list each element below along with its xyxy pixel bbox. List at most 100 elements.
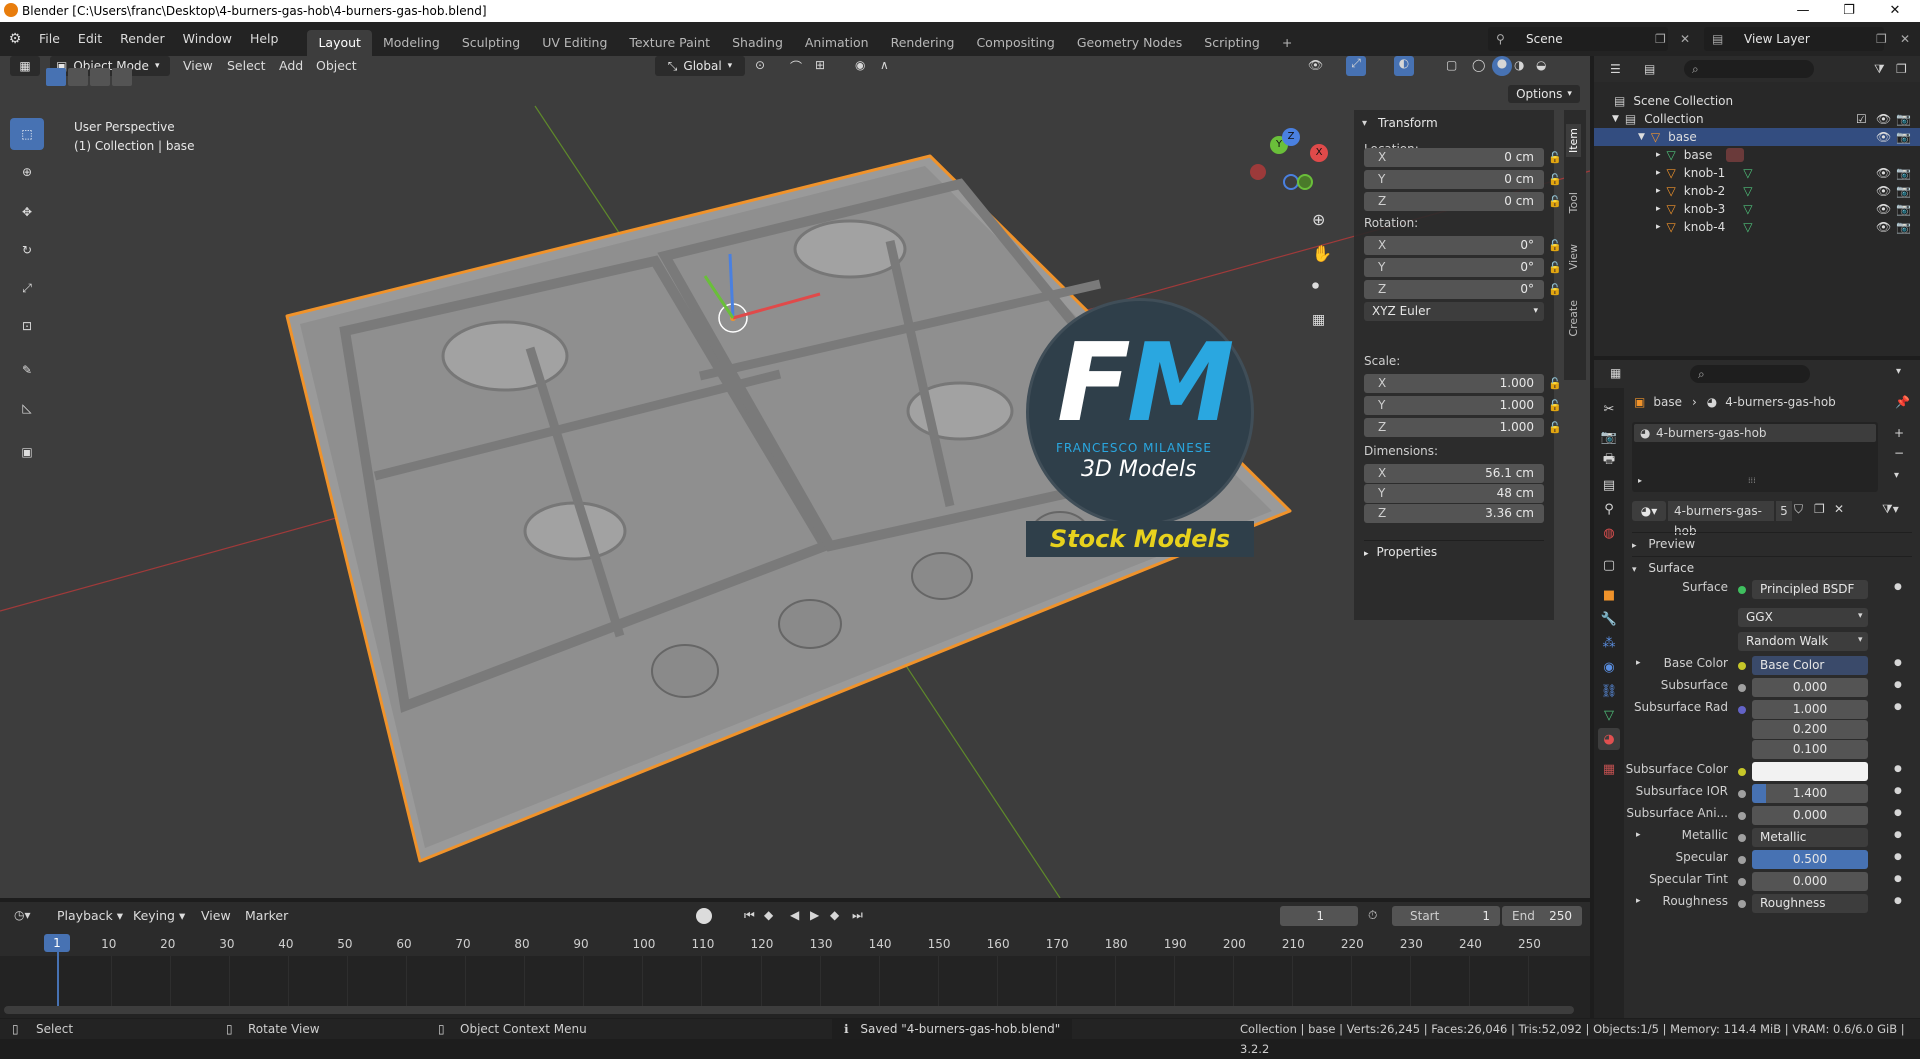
tab-tool[interactable]: Tool [1566, 188, 1581, 217]
resize-handle-icon[interactable]: ⁞⁞⁞ [1748, 476, 1756, 485]
surface-row-value[interactable]: 0.000 [1752, 678, 1868, 697]
prev-keyframe-icon[interactable]: ◆ [764, 908, 773, 922]
play-icon[interactable]: ▶ [810, 908, 819, 922]
dimensions-y-field[interactable]: Y 48 cm [1364, 484, 1544, 503]
navigation-gizmo[interactable]: Y Z X [1245, 126, 1345, 236]
tab-compositing[interactable]: Compositing [965, 30, 1065, 56]
socket-icon[interactable] [1738, 684, 1746, 692]
rotation-z-field[interactable]: Z 0° [1364, 280, 1544, 299]
scale-z-field[interactable]: Z 1.000 [1364, 418, 1544, 437]
next-keyframe-icon[interactable]: ◆ [830, 908, 839, 922]
world-icon[interactable]: ◍ [1598, 522, 1620, 544]
keyframe-dot-icon[interactable]: ● [1894, 680, 1902, 690]
close-button[interactable]: ✕ [1872, 0, 1918, 22]
lock-icon[interactable]: 🔓 [1548, 239, 1562, 253]
jump-start-icon[interactable]: ⏮ [744, 908, 755, 923]
surface-row-value[interactable]: 0.100 [1752, 740, 1868, 759]
camera-icon[interactable]: 📷 [1896, 166, 1911, 180]
checkbox-icon[interactable]: ☑ [1856, 112, 1867, 126]
eye-icon[interactable]: 👁 [1876, 220, 1891, 234]
tool-cursor[interactable]: ⊕ [10, 156, 44, 188]
new-collection-icon[interactable]: ❐ [1896, 62, 1907, 76]
socket-icon[interactable] [1738, 790, 1746, 798]
maximize-button[interactable]: ❐ [1826, 0, 1872, 22]
socket-icon[interactable] [1738, 856, 1746, 864]
camera-icon[interactable]: 📷 [1896, 202, 1911, 216]
status-saved-report[interactable]: ℹ Saved "4-burners-gas-hob.blend" [832, 1019, 1073, 1039]
select-invert-icon[interactable] [112, 68, 132, 86]
expand-arrow-icon[interactable]: ▸ [1636, 830, 1641, 840]
keyframe-dot-icon[interactable]: ● [1894, 852, 1902, 862]
surface-row-value[interactable]: Random Walk [1738, 632, 1868, 651]
material-slot-item[interactable]: ◕ 4-burners-gas-hob [1634, 424, 1876, 442]
tool-scale[interactable]: ⤢ [10, 272, 44, 304]
socket-icon[interactable] [1738, 768, 1746, 776]
rotation-mode-selector[interactable]: XYZ Euler ▾ [1364, 302, 1544, 321]
socket-icon[interactable] [1738, 834, 1746, 842]
socket-icon[interactable] [1738, 812, 1746, 820]
display-mode-icon[interactable]: ▤ [1644, 62, 1655, 76]
proportional-edit-icon[interactable]: ◉ [855, 58, 865, 72]
expand-arrow-icon[interactable]: ▸ [1656, 204, 1661, 214]
keyframe-dot-icon[interactable]: ● [1894, 830, 1902, 840]
dimensions-x-field[interactable]: X 56.1 cm [1364, 464, 1544, 483]
menu-window[interactable]: Window [174, 22, 241, 56]
particles-icon[interactable]: ⁂ [1598, 632, 1620, 654]
expand-arrow-icon[interactable]: ▸ [1656, 222, 1661, 232]
transform-orientation-selector[interactable]: ⤡ Global ▾ [655, 56, 745, 76]
expand-arrow-icon[interactable]: ▸ [1638, 476, 1642, 485]
tab-scripting[interactable]: Scripting [1193, 30, 1271, 56]
tab-texture-paint[interactable]: Texture Paint [618, 30, 721, 56]
dimensions-z-field[interactable]: Z 3.36 cm [1364, 504, 1544, 523]
location-x-field[interactable]: X0 cm [1364, 148, 1544, 167]
menu-file[interactable]: File [30, 22, 69, 56]
surface-row-value[interactable]: 0.000 [1752, 806, 1868, 825]
keyframe-dot-icon[interactable]: ● [1894, 764, 1902, 774]
editor-type-icon[interactable]: ◷▾ [14, 908, 31, 922]
timeline-menu-playback[interactable]: Playback ▾ [48, 902, 132, 930]
shading-solid-icon[interactable]: ● [1492, 56, 1512, 76]
properties-search-input[interactable]: ⌕ [1690, 365, 1810, 383]
current-frame-field[interactable]: 1 [1280, 906, 1358, 926]
socket-icon[interactable] [1738, 706, 1746, 714]
physics-icon[interactable]: ◉ [1598, 656, 1620, 678]
tool-settings-icon[interactable]: ✂ [1598, 398, 1620, 420]
lock-icon[interactable]: 🔓 [1548, 195, 1562, 209]
constraints-icon[interactable]: ⛓ [1598, 680, 1620, 702]
scene-selector[interactable]: ⚲ Scene [1488, 27, 1668, 51]
outliner-item-base-object[interactable]: ▼ ▽ base [1594, 128, 1920, 146]
tab-sculpting[interactable]: Sculpting [451, 30, 531, 56]
surface-row-value[interactable]: 0.500 [1752, 850, 1868, 869]
end-frame-field[interactable]: End 250 [1502, 906, 1582, 926]
output-icon[interactable]: 🖶 [1598, 450, 1620, 472]
editor-type-icon[interactable]: ▦ [1610, 366, 1621, 380]
grid-icon[interactable]: ▦ [1312, 312, 1325, 328]
shading-material-icon[interactable]: ◑ [1514, 58, 1524, 72]
surface-row-value[interactable]: 0.000 [1752, 872, 1868, 891]
tab-uv-editing[interactable]: UV Editing [531, 30, 618, 56]
surface-row-value[interactable]: 1.000 [1752, 700, 1868, 719]
tab-view[interactable]: View [1566, 240, 1581, 274]
new-view-layer-icon[interactable]: ❐ [1876, 32, 1887, 46]
tool-move[interactable]: ✥ [10, 196, 44, 228]
camera-icon[interactable]: 📷 [1896, 184, 1911, 198]
expand-arrow-icon[interactable]: ▸ [1636, 658, 1641, 668]
socket-icon[interactable] [1738, 662, 1746, 670]
new-scene-icon[interactable]: ❐ [1655, 32, 1666, 46]
timeline-menu-marker[interactable]: Marker [236, 902, 297, 930]
node-tree-icon[interactable]: ⧩▾ [1882, 502, 1899, 517]
socket-icon[interactable] [1738, 900, 1746, 908]
gizmo-toggle-icon[interactable]: ⤢ [1346, 56, 1366, 76]
chevron-down-icon[interactable]: ▾ [1894, 470, 1899, 481]
timeline-menu-keying[interactable]: Keying ▾ [124, 902, 194, 930]
tool-select-box[interactable]: ⬚ [10, 118, 44, 150]
rotation-y-field[interactable]: Y 0° [1364, 258, 1544, 277]
playhead[interactable]: 1 [44, 934, 70, 952]
render-icon[interactable]: 📷 [1598, 426, 1620, 448]
surface-row-value[interactable] [1752, 762, 1868, 781]
shading-rendered-icon[interactable]: ◒ [1536, 58, 1546, 72]
snap-target-icon[interactable]: ⊞ [815, 58, 825, 72]
viewport-3d[interactable]: ▦ ▣ Object Mode ▾ View Select Add Object… [0, 56, 1590, 898]
viewport-menu-select[interactable]: Select [218, 56, 275, 76]
tool-transform[interactable]: ⊡ [10, 310, 44, 342]
